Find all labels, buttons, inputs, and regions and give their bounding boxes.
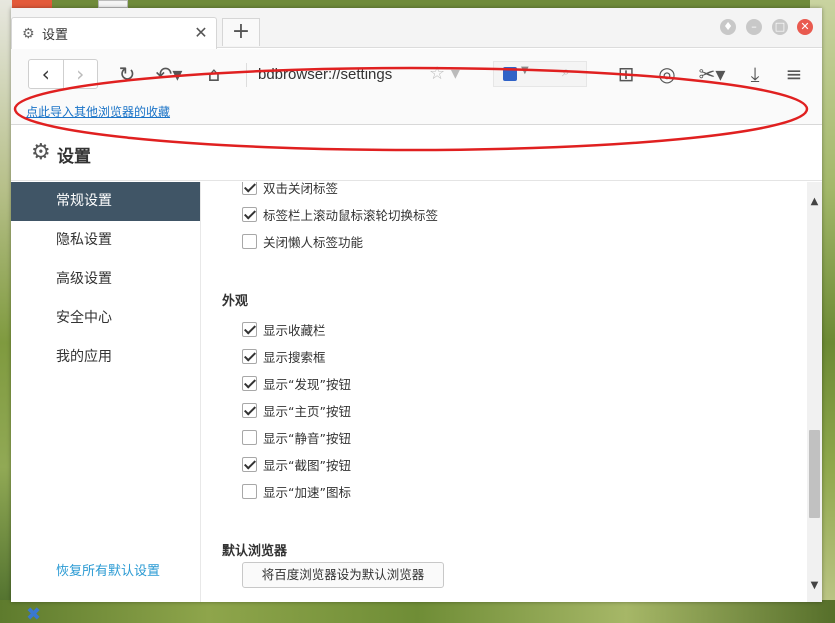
scroll-up-icon[interactable]: ▲ [807, 196, 822, 210]
option-label: 显示“发现”按钮 [263, 376, 351, 392]
skin-icon[interactable]: ♦ [720, 19, 736, 35]
checkbox[interactable] [242, 206, 257, 222]
set-default-browser-button[interactable]: 将百度浏览器设为默认浏览器 [242, 562, 444, 588]
tab-settings[interactable]: ⚙ 设置 ✕ [11, 17, 217, 49]
sidebar-item-privacy[interactable]: 隐私设置 [11, 221, 200, 260]
option-label: 显示“静音”按钮 [263, 430, 351, 446]
checkbox[interactable] [242, 182, 257, 195]
option-label: 显示“截图”按钮 [263, 457, 351, 473]
desktop-shortcut-icon[interactable]: ✖ [26, 604, 56, 623]
option-label: 显示“主页”按钮 [263, 403, 351, 419]
default-browser-section-title: 默认浏览器 [222, 544, 288, 559]
option-label: 双击关闭标签 [263, 182, 339, 196]
checkbox[interactable] [242, 456, 257, 472]
scrollbar-thumb[interactable] [809, 430, 820, 518]
checkbox[interactable] [242, 402, 257, 418]
option-double-click-close[interactable]: 双击关闭标签 [242, 182, 338, 198]
checkbox[interactable] [242, 233, 257, 249]
option-label: 显示收藏栏 [263, 322, 326, 338]
tab-bar: ⚙ 设置 ✕ + ♦ – □ ✕ [11, 8, 822, 49]
checkbox[interactable] [242, 321, 257, 337]
sidebar-item-advanced[interactable]: 高级设置 [11, 260, 200, 299]
watermark-url: jingyan.baidu.com [658, 570, 755, 584]
baidu-jingyan-watermark: Bai 经验 jingyan.baidu.com [640, 530, 800, 600]
checkbox[interactable] [242, 429, 257, 445]
close-tab-icon[interactable]: ✕ [192, 24, 210, 42]
settings-sidebar: 常规设置 隐私设置 高级设置 安全中心 我的应用 恢复所有默认设置 [11, 182, 200, 602]
checkbox[interactable] [242, 348, 257, 364]
sidebar-item-general[interactable]: 常规设置 [11, 182, 200, 221]
option-scroll-switch-tab[interactable]: 标签栏上滚动鼠标滚轮切换标签 [242, 203, 438, 225]
sidebar-item-my-apps[interactable]: 我的应用 [11, 338, 200, 377]
option-show-mute-button[interactable]: 显示“静音”按钮 [242, 426, 351, 448]
sidebar-item-security[interactable]: 安全中心 [11, 299, 200, 338]
option-show-discover-button[interactable]: 显示“发现”按钮 [242, 372, 351, 394]
desktop-background-bottom [0, 600, 835, 623]
watermark-brand: Bai 经验 [640, 536, 754, 567]
option-show-accelerate-icon[interactable]: 显示“加速”图标 [242, 480, 351, 502]
option-show-bookmarks-bar[interactable]: 显示收藏栏 [242, 318, 326, 340]
close-window-icon[interactable]: ✕ [797, 19, 813, 35]
maximize-icon[interactable]: □ [772, 19, 788, 35]
option-label: 显示“加速”图标 [263, 484, 351, 500]
option-show-search-box[interactable]: 显示搜索框 [242, 345, 326, 367]
gear-icon: ⚙ [22, 25, 35, 42]
option-label: 关闭懒人标签功能 [263, 234, 364, 250]
minimize-icon[interactable]: – [746, 19, 762, 35]
option-label: 显示搜索框 [263, 349, 326, 365]
option-label: 标签栏上滚动鼠标滚轮切换标签 [263, 207, 439, 223]
new-tab-button[interactable]: + [222, 18, 260, 46]
tab-title: 设置 [42, 28, 69, 43]
desktop-window-thumb[interactable] [98, 0, 128, 8]
appearance-section-title: 外观 [222, 294, 249, 309]
option-show-home-button[interactable]: 显示“主页”按钮 [242, 399, 351, 421]
option-disable-lazy-tab[interactable]: 关闭懒人标签功能 [242, 230, 363, 252]
red-annotation-ellipse [13, 66, 809, 152]
checkbox[interactable] [242, 483, 257, 499]
content-scrollbar[interactable]: ▲ ▼ [807, 182, 822, 602]
checkbox[interactable] [242, 375, 257, 391]
browser-window: ⚙ 设置 ✕ + ♦ – □ ✕ ‹ › ↻ ↶▾ ⌂ bdbrowser://… [11, 8, 822, 602]
option-show-screenshot-button[interactable]: 显示“截图”按钮 [242, 453, 351, 475]
reset-defaults-link[interactable]: 恢复所有默认设置 [56, 560, 160, 579]
scroll-down-icon[interactable]: ▼ [807, 580, 822, 594]
